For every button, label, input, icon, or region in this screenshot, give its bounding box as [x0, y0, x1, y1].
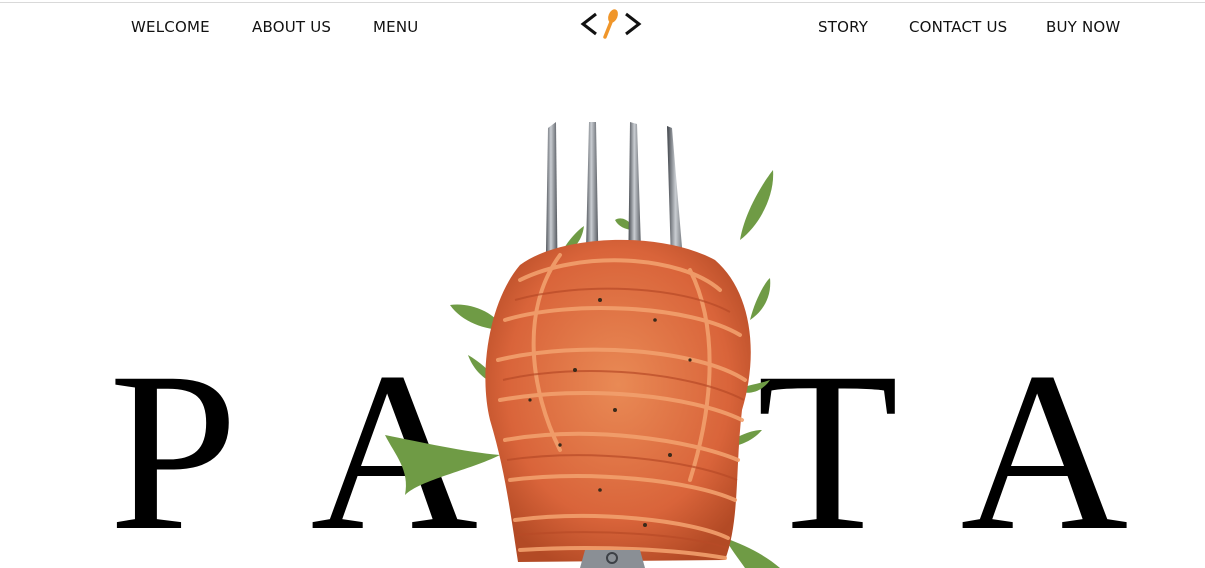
hero-letter-a: A [310, 326, 479, 568]
nav-buy-now-link[interactable]: BUY NOW [1046, 18, 1120, 36]
nav-welcome-link[interactable]: WELCOME [131, 18, 210, 36]
hero-section: P A T A [0, 50, 1205, 568]
nav-about-us-link[interactable]: ABOUT US [252, 18, 331, 36]
hero-letter-a-last: A [960, 326, 1129, 568]
hero-letter-p: P [108, 326, 239, 568]
code-brackets-spoon-icon [580, 9, 642, 39]
nav-menu-link[interactable]: MENU [373, 18, 418, 36]
top-border [0, 2, 1205, 3]
logo[interactable] [578, 6, 644, 42]
hero-letter-t: T [756, 326, 899, 568]
nav-contact-us-link[interactable]: CONTACT US [909, 18, 1007, 36]
nav-story-link[interactable]: STORY [818, 18, 868, 36]
